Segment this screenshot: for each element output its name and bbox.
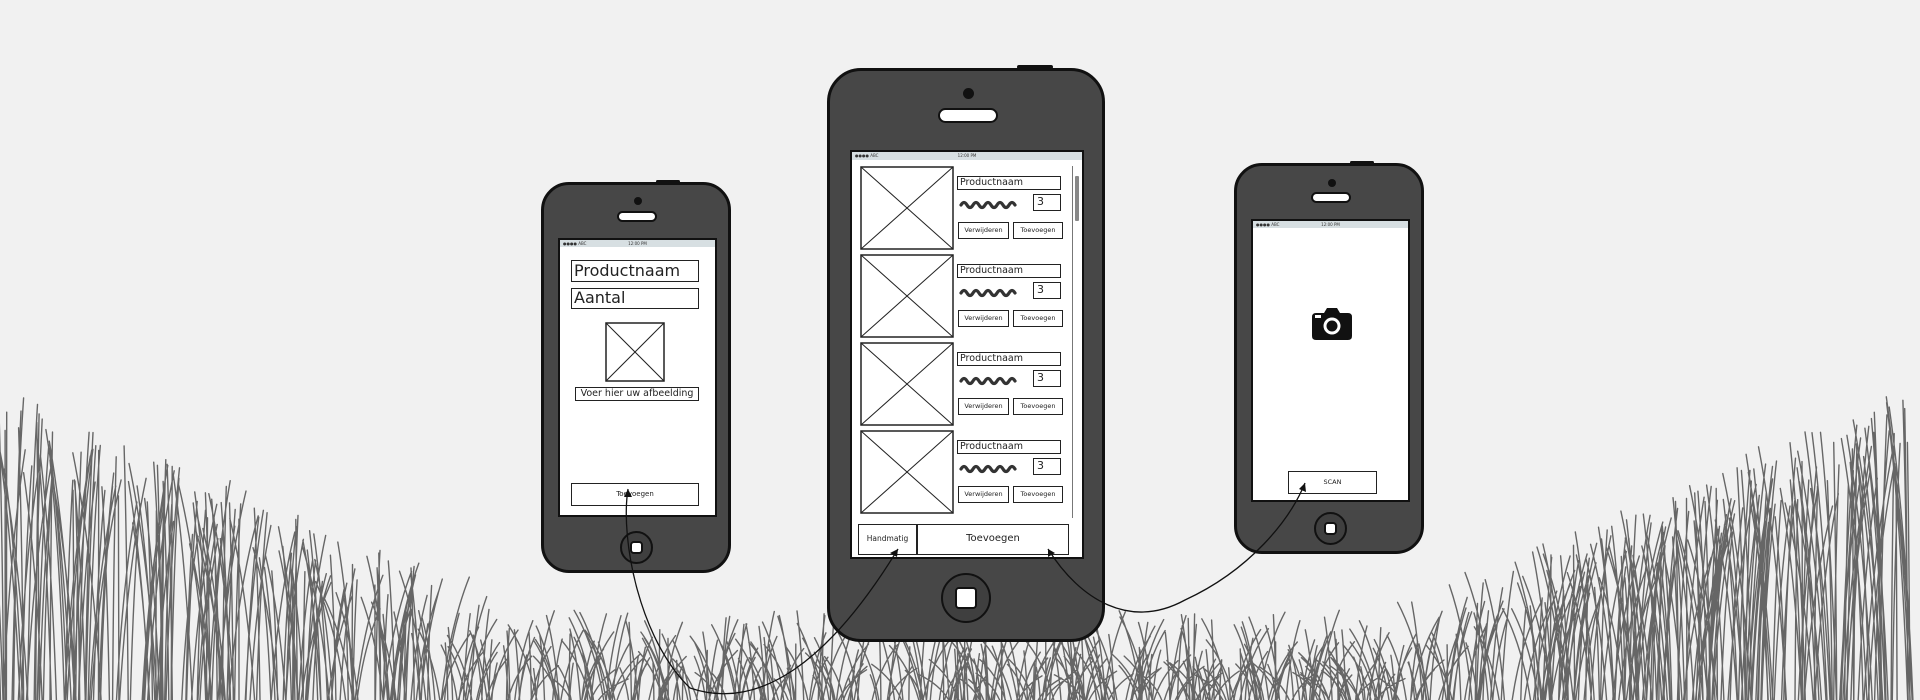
speaker xyxy=(617,211,657,222)
screen: ●●●● ABC 12:00 PM Productnaam 3 Verwijdere… xyxy=(850,150,1084,559)
front-camera xyxy=(963,88,974,99)
list-item[interactable]: Productnaam 3 Verwijderen Toevoegen xyxy=(852,430,1070,516)
front-camera xyxy=(1328,179,1336,187)
scrollbar-thumb[interactable] xyxy=(1075,176,1079,221)
product-name-field[interactable]: Productnaam xyxy=(957,352,1061,366)
product-image-placeholder-icon xyxy=(860,342,954,426)
side-button xyxy=(1350,161,1374,164)
home-button[interactable] xyxy=(620,531,653,564)
scribble-price-text xyxy=(959,464,1017,474)
manual-button[interactable]: Handmatig xyxy=(858,524,917,555)
add-button[interactable]: Toevoegen xyxy=(571,483,699,506)
side-button xyxy=(1017,65,1053,69)
remove-button[interactable]: Verwijderen xyxy=(958,486,1009,503)
quantity-input[interactable]: Aantal xyxy=(571,288,699,309)
add-button[interactable]: Toevoegen xyxy=(917,524,1069,555)
status-time: 12:00 PM xyxy=(1321,222,1340,227)
list-item[interactable]: Productnaam 3 Verwijderen Toevoegen xyxy=(852,166,1070,252)
image-placeholder-icon[interactable] xyxy=(605,322,665,382)
quantity-field[interactable]: 3 xyxy=(1033,458,1061,475)
quantity-field[interactable]: 3 xyxy=(1033,282,1061,299)
front-camera xyxy=(634,197,642,205)
screen: ●●●● ABC 12:00 PM SCAN xyxy=(1251,219,1410,502)
add-item-button[interactable]: Toevoegen xyxy=(1013,486,1063,503)
add-item-button[interactable]: Toevoegen xyxy=(1013,222,1063,239)
product-image-placeholder-icon xyxy=(860,430,954,514)
camera-icon[interactable] xyxy=(1311,307,1353,341)
remove-button[interactable]: Verwijderen xyxy=(958,310,1009,327)
status-bar: ●●●● ABC 12:00 PM xyxy=(560,240,715,247)
product-name-field[interactable]: Productnaam xyxy=(957,440,1061,454)
quantity-field[interactable]: 3 xyxy=(1033,194,1061,211)
list-item[interactable]: Productnaam 3 Verwijderen Toevoegen xyxy=(852,342,1070,428)
product-list[interactable]: Productnaam 3 Verwijderen Toevoegen Productn… xyxy=(852,152,1082,532)
scrollbar[interactable] xyxy=(1072,166,1082,518)
scribble-price-text xyxy=(959,200,1017,210)
product-name-field[interactable]: Productnaam xyxy=(957,264,1061,278)
list-item[interactable]: Productnaam 3 Verwijderen Toevoegen xyxy=(852,254,1070,340)
status-bar: ●●●● ABC 12:00 PM xyxy=(1253,221,1408,228)
product-name-input[interactable]: Productnaam xyxy=(571,260,699,282)
status-time: 12:00 PM xyxy=(628,241,647,246)
side-button xyxy=(656,180,680,183)
remove-button[interactable]: Verwijderen xyxy=(958,398,1009,415)
phone-product-list: ●●●● ABC 12:00 PM Productnaam 3 Verwijdere… xyxy=(827,65,1105,642)
speaker xyxy=(938,108,998,123)
screen: ●●●● ABC 12:00 PM Productnaam Aantal Voe… xyxy=(558,238,717,517)
scribble-price-text xyxy=(959,288,1017,298)
product-image-placeholder-icon xyxy=(860,166,954,250)
product-name-field[interactable]: Productnaam xyxy=(957,176,1061,190)
home-button[interactable] xyxy=(1314,512,1347,545)
phone-scan: ●●●● ABC 12:00 PM SCAN xyxy=(1234,161,1424,554)
remove-button[interactable]: Verwijderen xyxy=(958,222,1009,239)
quantity-field[interactable]: 3 xyxy=(1033,370,1061,387)
product-image-placeholder-icon xyxy=(860,254,954,338)
scribble-price-text xyxy=(959,376,1017,386)
speaker xyxy=(1311,192,1351,203)
phone-add-product: ●●●● ABC 12:00 PM Productnaam Aantal Voe… xyxy=(541,180,731,573)
add-item-button[interactable]: Toevoegen xyxy=(1013,398,1063,415)
add-item-button[interactable]: Toevoegen xyxy=(1013,310,1063,327)
home-button[interactable] xyxy=(941,573,991,623)
scan-button[interactable]: SCAN xyxy=(1288,471,1377,494)
image-caption-label: Voer hier uw afbeelding xyxy=(575,387,699,401)
